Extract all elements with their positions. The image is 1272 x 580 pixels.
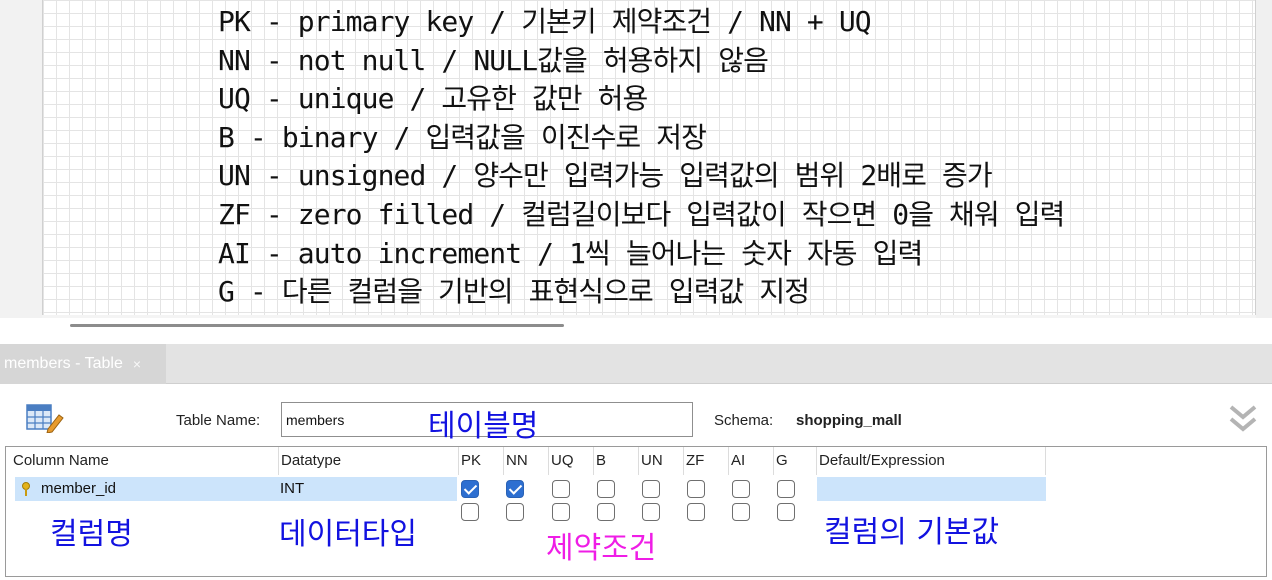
close-icon[interactable]: × <box>133 356 141 372</box>
note-line-nn: NN - not null / NULL값을 허용하지 않음 <box>218 43 769 77</box>
header-g[interactable]: G <box>774 447 817 475</box>
checkbox-ai-new[interactable] <box>732 503 750 521</box>
primary-key-icon <box>22 482 30 496</box>
header-default-expression[interactable]: Default/Expression <box>817 447 1046 475</box>
left-gutter <box>0 0 42 318</box>
checkbox-uq-new[interactable] <box>552 503 570 521</box>
checkbox-ai[interactable] <box>732 480 750 498</box>
table-edit-icon <box>26 404 64 433</box>
note-line-un: UN - unsigned / 양수만 입력가능 입력값의 범위 2배로 증가 <box>218 159 993 193</box>
header-nn[interactable]: NN <box>504 447 549 475</box>
checkbox-nn-new[interactable] <box>506 503 524 521</box>
header-ai[interactable]: AI <box>729 447 774 475</box>
annotation-constraints: 제약조건 <box>546 531 657 566</box>
checkbox-g[interactable] <box>777 480 795 498</box>
note-line-ai: AI - auto increment / 1씩 늘어나는 숫자 자동 입력 <box>218 236 923 270</box>
note-line-uq: UQ - unique / 고유한 값만 허용 <box>218 82 648 116</box>
note-text-block: PK - primary key / 기본키 제약조건 / NN + UQ NN… <box>218 3 1272 312</box>
cell-default-expression[interactable] <box>817 477 1046 501</box>
header-column-name[interactable]: Column Name <box>11 447 279 475</box>
header-datatype[interactable]: Datatype <box>279 447 459 475</box>
checkbox-b-new[interactable] <box>597 503 615 521</box>
note-line-b: B - binary / 입력값을 이진수로 저장 <box>218 120 707 154</box>
header-zf[interactable]: ZF <box>684 447 729 475</box>
annotation-table-name: 테이블명 <box>428 409 539 444</box>
cell-column-name[interactable]: member_id <box>41 477 116 501</box>
notes-panel: PK - primary key / 기본키 제약조건 / NN + UQ NN… <box>0 0 1272 318</box>
cell-datatype[interactable]: INT <box>280 477 304 501</box>
checkbox-g-new[interactable] <box>777 503 795 521</box>
grid-paper-canvas: PK - primary key / 기본키 제약조건 / NN + UQ NN… <box>42 0 1256 315</box>
schema-label: Schema: <box>714 412 774 429</box>
header-b[interactable]: B <box>594 447 639 475</box>
checkbox-zf[interactable] <box>687 480 705 498</box>
header-un[interactable]: UN <box>639 447 684 475</box>
right-gutter <box>1256 0 1272 318</box>
checkbox-uq[interactable] <box>552 480 570 498</box>
schema-value: shopping_mall <box>796 412 902 429</box>
table-name-label: Table Name: <box>176 412 261 429</box>
checkbox-zf-new[interactable] <box>687 503 705 521</box>
note-line-g: G - 다른 컬럼을 기반의 표현식으로 입력값 지정 <box>218 275 810 309</box>
checkbox-un[interactable] <box>642 480 660 498</box>
checkbox-un-new[interactable] <box>642 503 660 521</box>
checkbox-pk-new[interactable] <box>461 503 479 521</box>
checkbox-b[interactable] <box>597 480 615 498</box>
note-line-pk: PK - primary key / 기본키 제약조건 / NN + UQ <box>218 5 872 38</box>
tab-members-table[interactable]: members - Table × <box>0 344 166 384</box>
annotation-column-name: 컬럼명 <box>50 517 133 552</box>
header-pk[interactable]: PK <box>459 447 504 475</box>
collapse-chevron-icon[interactable] <box>1228 402 1258 436</box>
horizontal-scrollbar[interactable] <box>70 324 564 327</box>
editor-tab-strip: members - Table × <box>0 344 1272 384</box>
note-line-zf: ZF - zero filled / 컬럼길이보다 입력값이 작으면 0을 채워… <box>218 197 1065 231</box>
table-editor: Table Name: 테이블명 Schema: shopping_mall C… <box>0 385 1272 580</box>
header-uq[interactable]: UQ <box>549 447 594 475</box>
annotation-default: 컬럼의 기본값 <box>824 515 1000 550</box>
checkbox-nn[interactable] <box>506 480 524 498</box>
tab-label: members - Table <box>4 355 123 372</box>
annotation-datatype: 데이터타입 <box>279 517 417 552</box>
columns-grid: Column Name Datatype PK NN UQ B UN ZF AI… <box>5 446 1267 577</box>
checkbox-pk[interactable] <box>461 480 479 498</box>
